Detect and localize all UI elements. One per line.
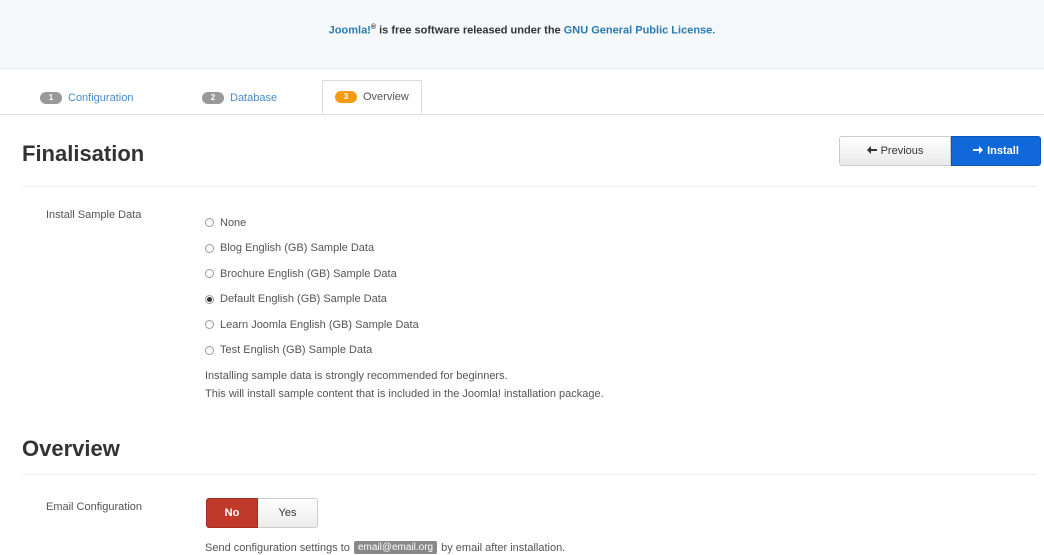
- divider: [22, 474, 1037, 475]
- email-address-badge: email@email.org: [353, 541, 438, 554]
- joomla-product-name: Joomla!: [328, 24, 371, 37]
- install-button[interactable]: Install: [951, 136, 1041, 166]
- install-steps-tabs: 1 Configuration 2 Database 3 Overview: [0, 74, 1044, 115]
- previous-label: Previous: [880, 145, 924, 157]
- option-label: Default English (GB) Sample Data: [220, 293, 387, 306]
- finalisation-heading: Finalisation: [22, 141, 145, 166]
- step-number-badge: 2: [202, 92, 224, 104]
- radio-button[interactable]: [205, 320, 214, 330]
- install-label: Install: [987, 145, 1019, 157]
- option-label: Blog English (GB) Sample Data: [220, 242, 375, 255]
- tab-label: Configuration: [68, 92, 134, 104]
- radio-button[interactable]: [205, 345, 214, 355]
- install-sample-data-label: Install Sample Data: [46, 209, 142, 221]
- gpl-license-link[interactable]: GNU General Public License.: [564, 25, 716, 37]
- license-text-middle: is free software released under the: [376, 24, 564, 37]
- toggle-yes-button[interactable]: Yes: [258, 498, 318, 528]
- step-number-badge: 3: [335, 91, 357, 103]
- sample-data-help-line-1: Installing sample data is strongly recom…: [205, 370, 508, 382]
- tab-database[interactable]: 2 Database: [202, 82, 277, 114]
- option-label: Brochure English (GB) Sample Data: [220, 267, 397, 280]
- arrow-right-icon: [973, 145, 984, 157]
- license-banner: Joomla!® is free software released under…: [0, 0, 1044, 69]
- divider: [22, 186, 1037, 187]
- email-configuration-toggle: No Yes: [206, 498, 318, 528]
- tab-label: Database: [230, 92, 278, 104]
- option-label: Test English (GB) Sample Data: [220, 344, 373, 357]
- sample-data-option-learn[interactable]: Learn Joomla English (GB) Sample Data: [205, 312, 419, 338]
- tab-overview[interactable]: 3 Overview: [322, 80, 422, 114]
- radio-button[interactable]: [205, 243, 214, 253]
- send-config-suffix: by email after installation.: [441, 541, 566, 554]
- tab-configuration[interactable]: 1 Configuration: [40, 82, 133, 114]
- option-label: None: [220, 216, 247, 229]
- send-config-note: Send configuration settings to email@ema…: [205, 541, 565, 554]
- toggle-no-button[interactable]: No: [206, 498, 258, 528]
- radio-button[interactable]: [205, 218, 214, 228]
- sample-data-option-none[interactable]: None: [205, 210, 419, 236]
- send-config-prefix: Send configuration settings to: [205, 541, 350, 554]
- tab-label: Overview: [363, 91, 409, 103]
- option-label: Learn Joomla English (GB) Sample Data: [220, 318, 419, 331]
- radio-button[interactable]: [205, 269, 214, 279]
- previous-button[interactable]: Previous: [839, 136, 951, 166]
- sample-data-option-test[interactable]: Test English (GB) Sample Data: [205, 338, 419, 364]
- radio-button-selected[interactable]: [205, 294, 214, 304]
- step-number-badge: 1: [40, 92, 62, 104]
- sample-data-help-line-2: This will install sample content that is…: [205, 388, 604, 400]
- sample-data-radio-group: None Blog English (GB) Sample Data Broch…: [205, 210, 419, 363]
- arrow-left-icon: [866, 145, 877, 157]
- sample-data-option-brochure[interactable]: Brochure English (GB) Sample Data: [205, 261, 419, 287]
- license-text: Joomla!® is free software released under…: [0, 24, 1044, 37]
- sample-data-option-default[interactable]: Default English (GB) Sample Data: [205, 287, 419, 313]
- overview-heading: Overview: [22, 436, 120, 461]
- sample-data-option-blog[interactable]: Blog English (GB) Sample Data: [205, 236, 419, 262]
- email-configuration-label: Email Configuration: [46, 501, 142, 513]
